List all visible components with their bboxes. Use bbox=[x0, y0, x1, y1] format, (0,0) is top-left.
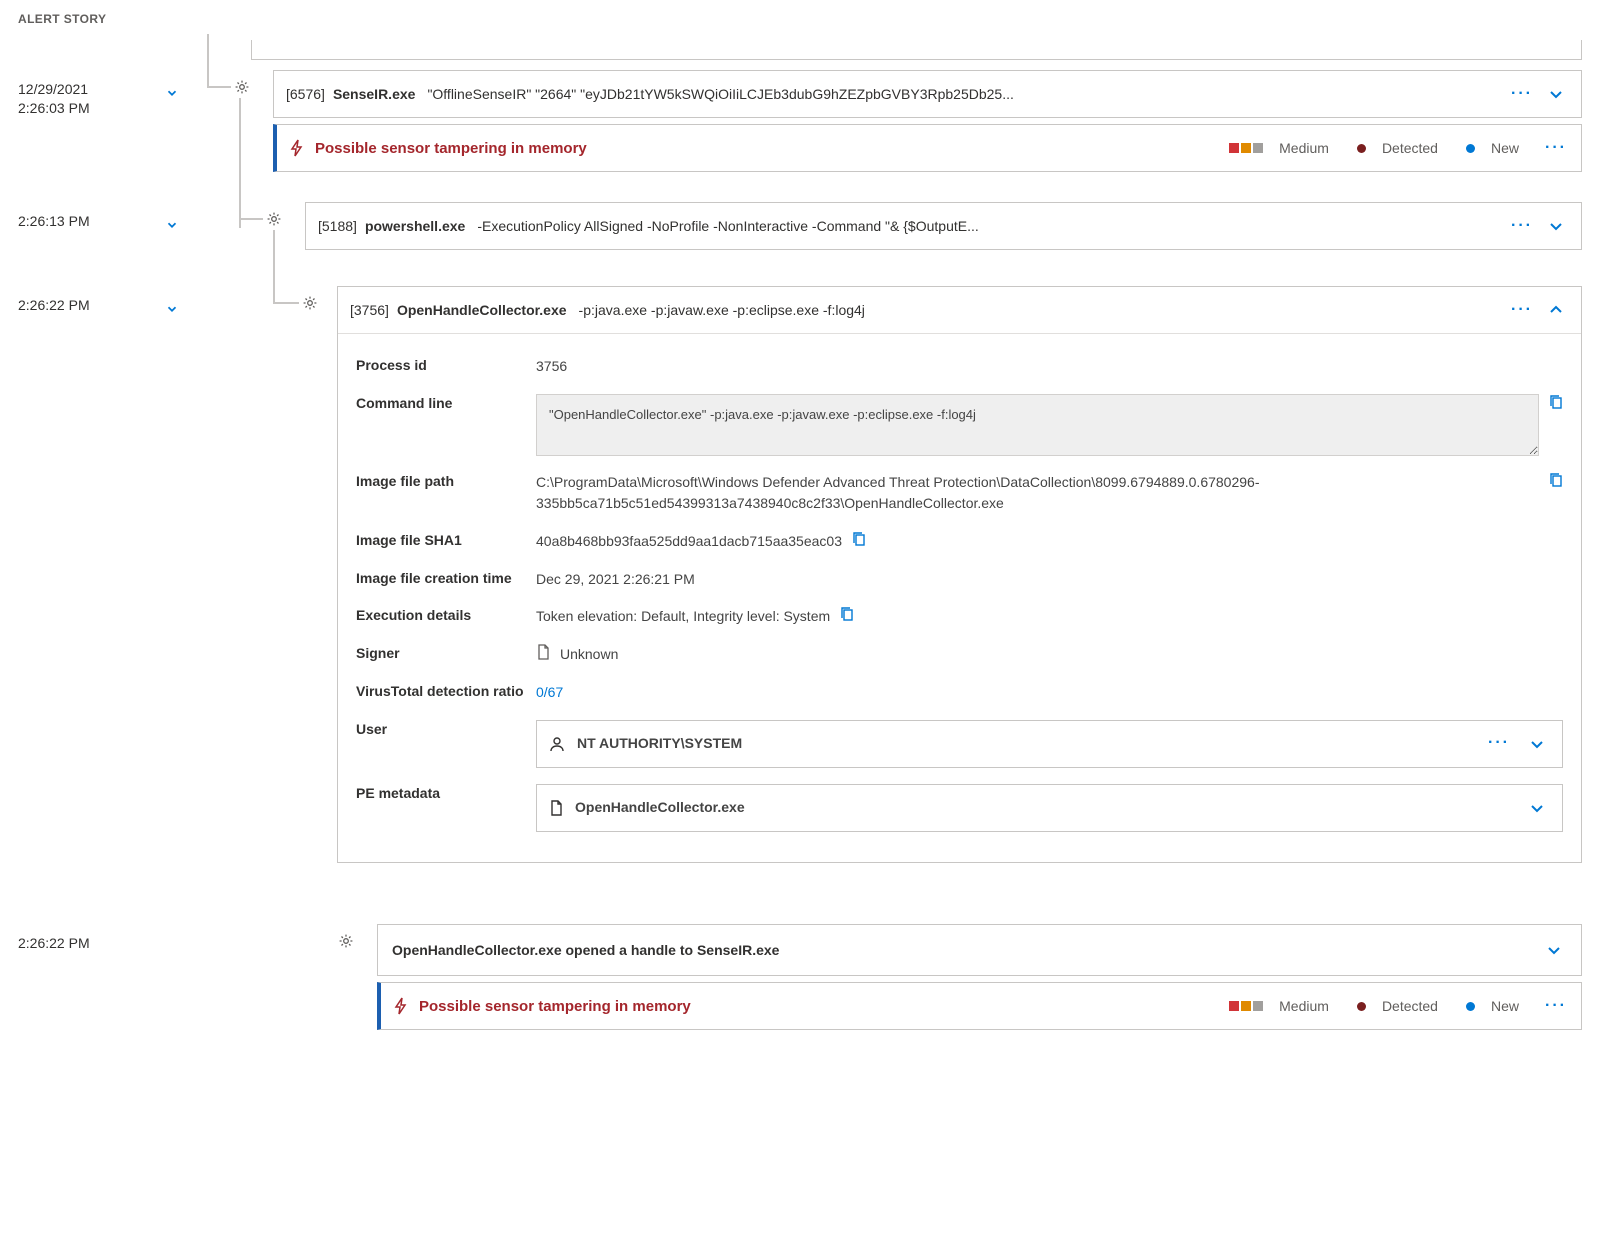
label-pe-metadata: PE metadata bbox=[356, 784, 536, 804]
chevron-down-icon[interactable] bbox=[1543, 213, 1569, 239]
file-icon bbox=[536, 644, 550, 660]
value-ctime: Dec 29, 2021 2:26:21 PM bbox=[536, 569, 1563, 591]
process-pid: [3756] bbox=[350, 302, 389, 318]
command-line-box[interactable]: "OpenHandleCollector.exe" -p:java.exe -p… bbox=[536, 394, 1539, 456]
process-name: SenseIR.exe bbox=[333, 86, 416, 102]
process-card-expanded: [3756] OpenHandleCollector.exe -p:java.e… bbox=[337, 286, 1582, 863]
user-icon bbox=[549, 736, 565, 752]
severity-label: Medium bbox=[1279, 140, 1329, 156]
label-sha1: Image file SHA1 bbox=[356, 531, 536, 551]
alert-row[interactable]: Possible sensor tampering in memory Medi… bbox=[377, 982, 1582, 1030]
state-label: New bbox=[1491, 998, 1519, 1014]
status-dot bbox=[1357, 144, 1366, 153]
state-dot bbox=[1466, 1002, 1475, 1011]
label-process-id: Process id bbox=[356, 356, 536, 376]
section-header: ALERT STORY bbox=[18, 12, 1582, 26]
gear-icon[interactable] bbox=[335, 930, 357, 952]
chevron-down-icon[interactable] bbox=[1541, 937, 1567, 963]
value-exec: Token elevation: Default, Integrity leve… bbox=[536, 606, 830, 628]
label-signer: Signer bbox=[356, 644, 536, 664]
status-dot bbox=[1357, 1002, 1366, 1011]
label-user: User bbox=[356, 720, 536, 740]
copy-icon[interactable] bbox=[840, 606, 854, 622]
chevron-down-icon[interactable] bbox=[1524, 731, 1550, 757]
process-name: OpenHandleCollector.exe bbox=[397, 302, 567, 318]
process-pid: [6576] bbox=[286, 86, 325, 102]
alert-title: Possible sensor tampering in memory bbox=[315, 140, 587, 157]
timestamp: 2:26:22 PM bbox=[18, 934, 90, 953]
process-args: -p:java.exe -p:javaw.exe -p:eclipse.exe … bbox=[579, 302, 1501, 318]
more-icon[interactable]: ··· bbox=[1486, 731, 1512, 757]
state-label: New bbox=[1491, 140, 1519, 156]
value-signer: Unknown bbox=[560, 644, 618, 666]
more-icon[interactable]: ··· bbox=[1509, 81, 1535, 107]
alert-title: Possible sensor tampering in memory bbox=[419, 998, 691, 1015]
more-icon[interactable]: ··· bbox=[1509, 297, 1535, 323]
gear-icon[interactable] bbox=[299, 292, 321, 314]
timestamp: 2:26:13 PM bbox=[18, 212, 90, 231]
more-icon[interactable]: ··· bbox=[1543, 993, 1569, 1019]
lightning-icon bbox=[289, 139, 305, 157]
more-icon[interactable]: ··· bbox=[1543, 135, 1569, 161]
pe-metadata-card[interactable]: OpenHandleCollector.exe bbox=[536, 784, 1563, 832]
copy-icon[interactable] bbox=[1549, 394, 1563, 410]
alert-row[interactable]: Possible sensor tampering in memory Medi… bbox=[273, 124, 1582, 172]
chevron-down-icon[interactable] bbox=[1543, 81, 1569, 107]
timestamp: 12/29/2021 2:26:03 PM bbox=[18, 80, 90, 118]
label-exec: Execution details bbox=[356, 606, 536, 626]
copy-icon[interactable] bbox=[1549, 472, 1563, 488]
value-sha1: 40a8b468bb93faa525dd9aa1dacb715aa35eac03 bbox=[536, 531, 842, 553]
copy-icon[interactable] bbox=[852, 531, 866, 547]
status-label: Detected bbox=[1382, 998, 1438, 1014]
expand-toggle[interactable] bbox=[161, 298, 183, 320]
process-row[interactable]: [5188] powershell.exe -ExecutionPolicy A… bbox=[305, 202, 1582, 250]
value-image-path: C:\ProgramData\Microsoft\Windows Defende… bbox=[536, 472, 1539, 515]
user-name: NT AUTHORITY\SYSTEM bbox=[577, 733, 742, 755]
virustotal-link[interactable]: 0/67 bbox=[536, 682, 563, 704]
expand-toggle[interactable] bbox=[161, 214, 183, 236]
pe-filename: OpenHandleCollector.exe bbox=[575, 797, 745, 819]
severity-indicator bbox=[1229, 143, 1263, 153]
process-args: -ExecutionPolicy AllSigned -NoProfile -N… bbox=[477, 218, 1501, 234]
gear-icon[interactable] bbox=[263, 208, 285, 230]
label-ctime: Image file creation time bbox=[356, 569, 536, 589]
state-dot bbox=[1466, 144, 1475, 153]
file-icon bbox=[549, 800, 563, 816]
process-name: powershell.exe bbox=[365, 218, 465, 234]
label-virustotal: VirusTotal detection ratio bbox=[356, 682, 536, 702]
process-args: "OfflineSenseIR" "2664" "eyJDb21tYW5kSWQ… bbox=[427, 86, 1501, 102]
chevron-up-icon[interactable] bbox=[1543, 297, 1569, 323]
process-row[interactable]: [3756] OpenHandleCollector.exe -p:java.e… bbox=[338, 287, 1581, 333]
process-pid: [5188] bbox=[318, 218, 357, 234]
event-title: OpenHandleCollector.exe opened a handle … bbox=[392, 942, 779, 958]
user-card[interactable]: NT AUTHORITY\SYSTEM ··· bbox=[536, 720, 1563, 768]
chevron-down-icon[interactable] bbox=[1524, 795, 1550, 821]
label-image-path: Image file path bbox=[356, 472, 536, 492]
severity-indicator bbox=[1229, 1001, 1263, 1011]
label-command-line: Command line bbox=[356, 394, 536, 414]
gear-icon[interactable] bbox=[231, 76, 253, 98]
lightning-icon bbox=[393, 997, 409, 1015]
severity-label: Medium bbox=[1279, 998, 1329, 1014]
expand-toggle[interactable] bbox=[161, 82, 183, 104]
value-process-id: 3756 bbox=[536, 356, 1563, 378]
status-label: Detected bbox=[1382, 140, 1438, 156]
more-icon[interactable]: ··· bbox=[1509, 213, 1535, 239]
event-row[interactable]: OpenHandleCollector.exe opened a handle … bbox=[377, 924, 1582, 976]
timestamp: 2:26:22 PM bbox=[18, 296, 90, 315]
process-row[interactable]: [6576] SenseIR.exe "OfflineSenseIR" "266… bbox=[273, 70, 1582, 118]
